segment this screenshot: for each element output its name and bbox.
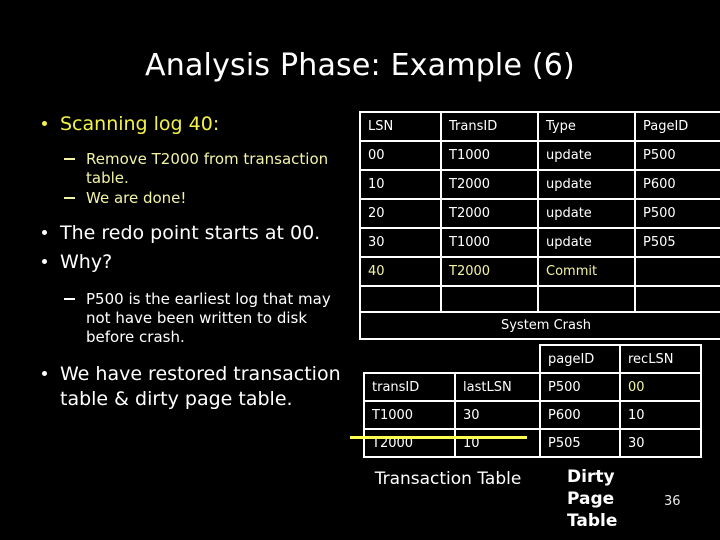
- cell-transid: [440, 285, 539, 313]
- cell-pageid: P505: [539, 428, 621, 458]
- bullet-item-why: Why?: [28, 250, 348, 275]
- bullet-dash-icon: [64, 158, 75, 160]
- bullet-item-remove-t2000: Remove T2000 from transaction table.: [28, 150, 348, 188]
- table-header-row: pageID recLSN: [539, 344, 702, 374]
- column-header-reclsn: recLSN: [619, 344, 702, 374]
- table-row: P505 30: [539, 428, 702, 458]
- cell-pageid: P600: [634, 169, 720, 200]
- bullet-item-we-are-done: We are done!: [28, 189, 348, 208]
- cell-lsn: 30: [359, 227, 442, 258]
- table-row-crash: System Crash: [359, 311, 720, 340]
- bullet-text: We are done!: [86, 189, 187, 207]
- cell-type: Commit: [537, 256, 636, 287]
- slide-canvas: Analysis Phase: Example (6) Scanning log…: [0, 0, 720, 540]
- table-row: 30 T1000 update P505: [359, 227, 720, 258]
- cell-pageid: [634, 285, 720, 313]
- cell-type: [537, 285, 636, 313]
- cell-pageid: P500: [634, 198, 720, 229]
- bullet-text: Scanning log 40:: [60, 113, 220, 135]
- column-header-lsn: LSN: [359, 111, 442, 142]
- bullet-text: Remove T2000 from transaction table.: [86, 150, 329, 187]
- table-row: 00 T1000 update P500: [359, 140, 720, 171]
- cell-transid: T1000: [363, 400, 456, 430]
- cell-type: update: [537, 227, 636, 258]
- column-header-lastlsn: lastLSN: [454, 372, 547, 402]
- cell-lastlsn: 10: [454, 428, 547, 458]
- cell-pageid: P600: [539, 400, 621, 430]
- cell-pageid: P500: [634, 140, 720, 171]
- dirty-page-table-caption: Dirty Page Table: [567, 467, 618, 531]
- cell-transid: T1000: [440, 227, 539, 258]
- column-header-transid: transID: [363, 372, 456, 402]
- cell-lsn: 20: [359, 198, 442, 229]
- bullet-text: We have restored transaction table & dir…: [60, 363, 341, 410]
- bullet-item-restored-tables: We have restored transaction table & dir…: [28, 362, 348, 412]
- cell-lastlsn: 30: [454, 400, 547, 430]
- cell-transid: T2000: [440, 198, 539, 229]
- cell-pageid: [634, 256, 720, 287]
- bullet-list: Scanning log 40: Remove T2000 from trans…: [28, 112, 348, 416]
- column-header-pageid: PageID: [634, 111, 720, 142]
- page-number: 36: [664, 494, 681, 509]
- bullet-dot-icon: [42, 121, 47, 126]
- cell-type: update: [537, 140, 636, 171]
- cell-reclsn: 00: [619, 372, 702, 402]
- cell-type: update: [537, 198, 636, 229]
- table-row-highlighted: 40 T2000 Commit: [359, 256, 720, 287]
- cell-type: update: [537, 169, 636, 200]
- system-crash-label: System Crash: [359, 311, 720, 340]
- table-row: T1000 30: [363, 400, 547, 430]
- bullet-dot-icon: [42, 230, 47, 235]
- bullet-item-scanning-log: Scanning log 40:: [28, 112, 348, 137]
- bullet-item-p500-earliest: P500 is the earliest log that may not ha…: [28, 290, 348, 347]
- bullet-text: The redo point starts at 00.: [60, 222, 321, 244]
- page-title: Analysis Phase: Example (6): [145, 48, 575, 83]
- cell-lsn: 00: [359, 140, 442, 171]
- table-row: P500 00: [539, 372, 702, 402]
- table-header-row: transID lastLSN: [363, 372, 547, 402]
- dirty-page-table: pageID recLSN P500 00 P600 10 P505 30: [539, 344, 702, 458]
- bullet-item-redo-point: The redo point starts at 00.: [28, 221, 348, 246]
- bullet-dash-icon: [64, 298, 75, 300]
- bullet-text: Why?: [60, 251, 113, 273]
- cell-pageid: P505: [634, 227, 720, 258]
- cell-lsn: [359, 285, 442, 313]
- cell-pageid: P500: [539, 372, 621, 402]
- transaction-table: transID lastLSN T1000 30 T2000 10: [363, 372, 547, 458]
- cell-transid: T2000: [363, 428, 456, 458]
- bullet-text: P500 is the earliest log that may not ha…: [86, 290, 331, 346]
- bullet-dot-icon: [42, 371, 47, 376]
- cell-reclsn: 30: [619, 428, 702, 458]
- column-header-pageid: pageID: [539, 344, 621, 374]
- column-header-transid: TransID: [440, 111, 539, 142]
- bullet-dash-icon: [64, 197, 75, 199]
- column-header-type: Type: [537, 111, 636, 142]
- cell-transid: T1000: [440, 140, 539, 171]
- transaction-table-caption: Transaction Table: [374, 469, 522, 489]
- cell-transid: T2000: [440, 256, 539, 287]
- cell-transid: T2000: [440, 169, 539, 200]
- strikethrough-line: [350, 436, 527, 439]
- table-row-empty: [359, 285, 720, 313]
- table-row-removed: T2000 10: [363, 428, 547, 458]
- table-row: 10 T2000 update P600: [359, 169, 720, 200]
- cell-lsn: 40: [359, 256, 442, 287]
- table-row: 20 T2000 update P500: [359, 198, 720, 229]
- bullet-dot-icon: [42, 259, 47, 264]
- cell-reclsn: 10: [619, 400, 702, 430]
- log-table: LSN TransID Type PageID 00 T1000 update …: [359, 111, 720, 340]
- cell-lsn: 10: [359, 169, 442, 200]
- table-row: P600 10: [539, 400, 702, 430]
- table-header-row: LSN TransID Type PageID: [359, 111, 720, 142]
